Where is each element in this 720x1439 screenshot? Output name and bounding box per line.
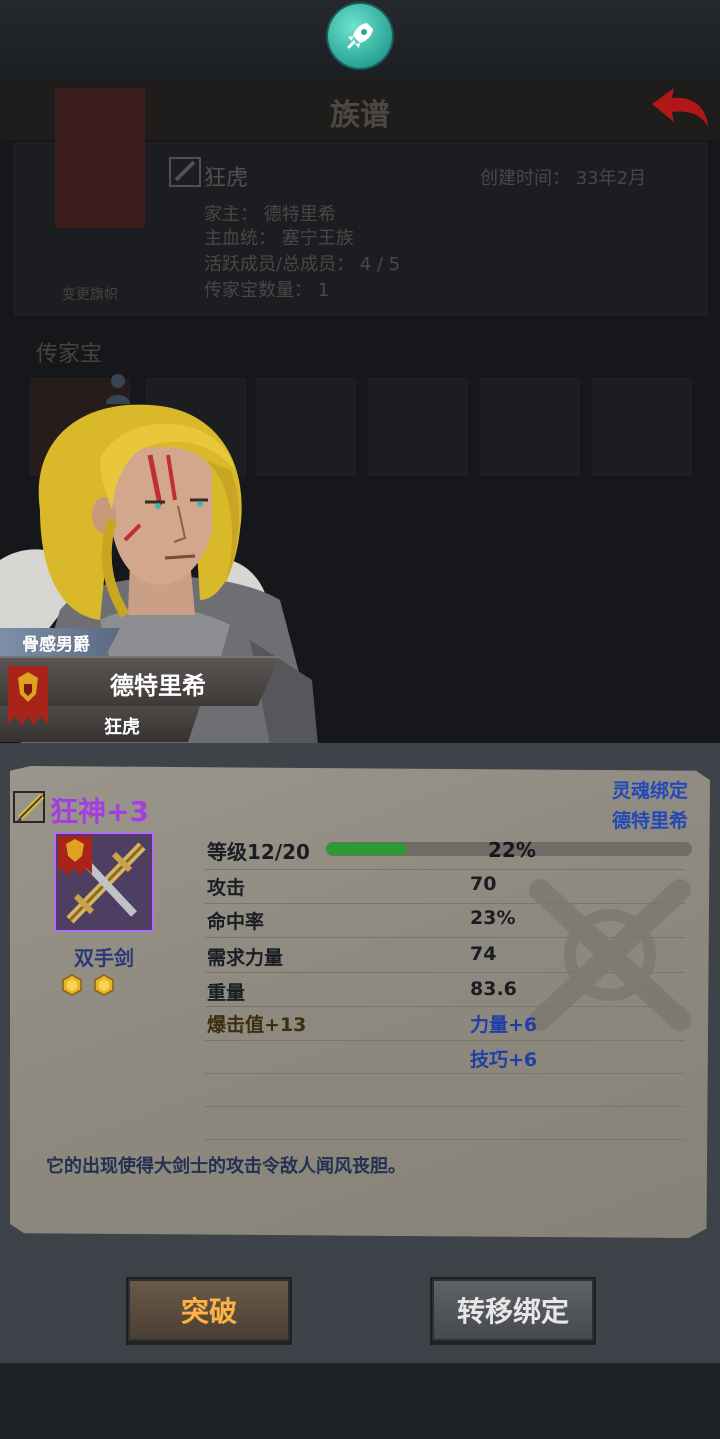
- back-arrow-icon[interactable]: [648, 84, 712, 130]
- item-type: 双手剑: [74, 946, 134, 970]
- bound-character-name: 德特里希: [611, 810, 688, 832]
- rename-item-icon[interactable]: [12, 788, 50, 826]
- stat-value-weight: 83.6: [470, 978, 517, 1000]
- change-banner-label[interactable]: 变更旗帜: [62, 284, 118, 304]
- stat-divider: [205, 937, 685, 938]
- gem-socket-icon: [93, 974, 115, 996]
- top-bar: [0, 0, 720, 78]
- clan-emblem-watermark: [520, 870, 700, 1040]
- bloodline-info: 主血统： 塞宁王族: [204, 228, 354, 249]
- bottom-strip: [0, 1363, 720, 1439]
- stat-label-accuracy: 命中率: [207, 911, 265, 933]
- bonus-value-strength: 力量+6: [470, 1014, 538, 1036]
- stat-divider: [205, 1073, 685, 1074]
- stat-value-accuracy: 23%: [470, 907, 516, 929]
- stat-divider: [205, 869, 685, 870]
- heirloom-slot[interactable]: [480, 378, 580, 476]
- rocket-icon[interactable]: [328, 4, 392, 68]
- item-name: 狂神+3: [50, 795, 149, 828]
- gem-socket-icon: [61, 974, 83, 996]
- heirloom-section-label: 传家宝: [36, 342, 103, 367]
- heirloom-slot[interactable]: [592, 378, 692, 476]
- stat-divider: [205, 972, 685, 973]
- stat-label-strength-req: 需求力量: [207, 947, 284, 969]
- stat-divider: [205, 1139, 685, 1140]
- breakthrough-button[interactable]: 突破: [126, 1277, 292, 1343]
- heirloom-count-info: 传家宝数量： 1: [204, 280, 330, 301]
- character-title: 骨感男爵: [22, 635, 90, 655]
- level-percent: 22%: [488, 838, 536, 862]
- level-progress-fill: [326, 843, 407, 855]
- character-title-badge: 骨感男爵: [0, 628, 120, 656]
- patriarch-info: 家主： 德特里希: [204, 204, 336, 225]
- character-name: 德特里希: [110, 672, 206, 700]
- stat-label-weight: 重量: [207, 982, 246, 1004]
- item-level-label: 等级12/20: [207, 840, 310, 864]
- stat-value-strength-req: 74: [470, 943, 497, 965]
- heirloom-slot[interactable]: [368, 378, 468, 476]
- clan-name: 狂虎: [204, 166, 249, 191]
- stat-label-attack: 攻击: [207, 877, 246, 899]
- bonus-label-crit: 爆击值+13: [207, 1014, 307, 1036]
- item-icon[interactable]: [54, 832, 154, 932]
- members-info: 活跃成员/总成员： 4 / 5: [204, 254, 401, 275]
- transfer-bind-button[interactable]: 转移绑定: [430, 1277, 596, 1343]
- action-bar: [0, 1263, 720, 1363]
- character-clan: 狂虎: [104, 717, 140, 738]
- clan-banner[interactable]: [55, 88, 145, 228]
- stat-divider: [205, 1040, 685, 1041]
- stat-divider: [205, 1106, 685, 1107]
- stat-divider: [205, 903, 685, 904]
- item-description: 它的出现使得大剑士的攻击令敌人闻风丧胆。: [46, 1156, 406, 1177]
- soul-bind-label: 灵魂绑定: [611, 780, 688, 802]
- stat-divider: [205, 1006, 685, 1007]
- edit-icon[interactable]: [168, 156, 202, 188]
- bonus-value-skill: 技巧+6: [470, 1049, 538, 1071]
- clan-banner-icon: [6, 664, 50, 730]
- stat-value-attack: 70: [470, 873, 497, 895]
- created-time: 创建时间： 33年2月: [480, 168, 647, 189]
